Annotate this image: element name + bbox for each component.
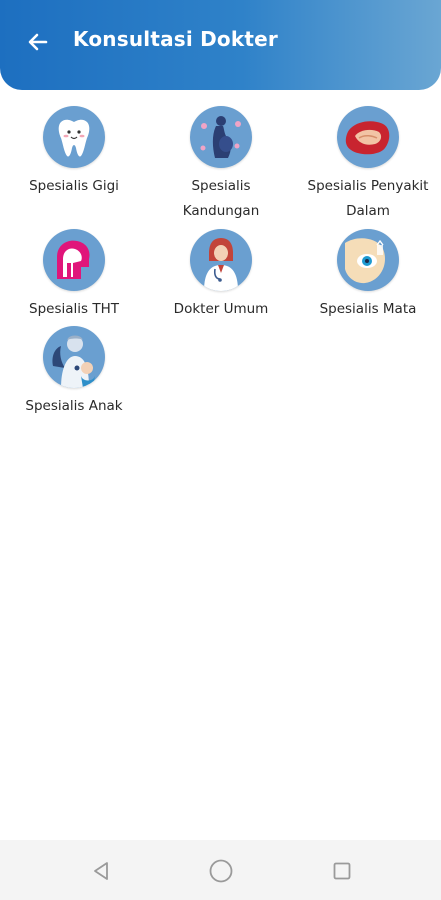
internal-organ-icon bbox=[337, 106, 399, 168]
category-item-mata[interactable]: Spesialis Mata bbox=[298, 229, 438, 322]
category-label: Spesialis Gigi bbox=[29, 178, 119, 194]
category-item-anak[interactable]: Spesialis Anak bbox=[4, 326, 144, 419]
system-nav-bar bbox=[0, 840, 441, 900]
square-recents-icon bbox=[333, 862, 351, 880]
pediatric-doctor-icon bbox=[43, 326, 105, 388]
tooth-icon bbox=[43, 106, 105, 168]
circle-home-icon bbox=[209, 859, 233, 883]
category-item-gigi[interactable]: Spesialis Gigi bbox=[4, 106, 144, 199]
arrow-left-icon bbox=[28, 33, 48, 51]
nav-recents-button[interactable] bbox=[329, 858, 355, 884]
category-item-umum[interactable]: Dokter Umum bbox=[151, 229, 291, 322]
ear-nose-throat-icon bbox=[43, 229, 105, 291]
category-item-penyakit-dalam[interactable]: Spesialis Penyakit Dalam bbox=[298, 106, 438, 224]
triangle-back-icon bbox=[94, 862, 108, 880]
doctor-icon bbox=[190, 229, 252, 291]
pregnant-woman-icon bbox=[190, 106, 252, 168]
nav-home-button[interactable] bbox=[208, 858, 234, 884]
category-label: Spesialis Kandungan bbox=[182, 178, 260, 219]
category-label: Dokter Umum bbox=[173, 301, 269, 317]
eye-icon bbox=[337, 229, 399, 291]
category-item-kandungan[interactable]: Spesialis Kandungan bbox=[151, 106, 291, 224]
nav-back-button[interactable] bbox=[88, 858, 114, 884]
app-bar: Konsultasi Dokter bbox=[0, 0, 441, 90]
category-label: Spesialis Anak bbox=[25, 398, 123, 414]
category-label: Spesialis THT bbox=[29, 301, 119, 317]
page-title: Konsultasi Dokter bbox=[73, 27, 278, 51]
category-label: Spesialis Penyakit Dalam bbox=[307, 178, 429, 219]
back-button[interactable] bbox=[24, 28, 52, 56]
category-item-tht[interactable]: Spesialis THT bbox=[4, 229, 144, 322]
category-label: Spesialis Mata bbox=[319, 301, 417, 317]
